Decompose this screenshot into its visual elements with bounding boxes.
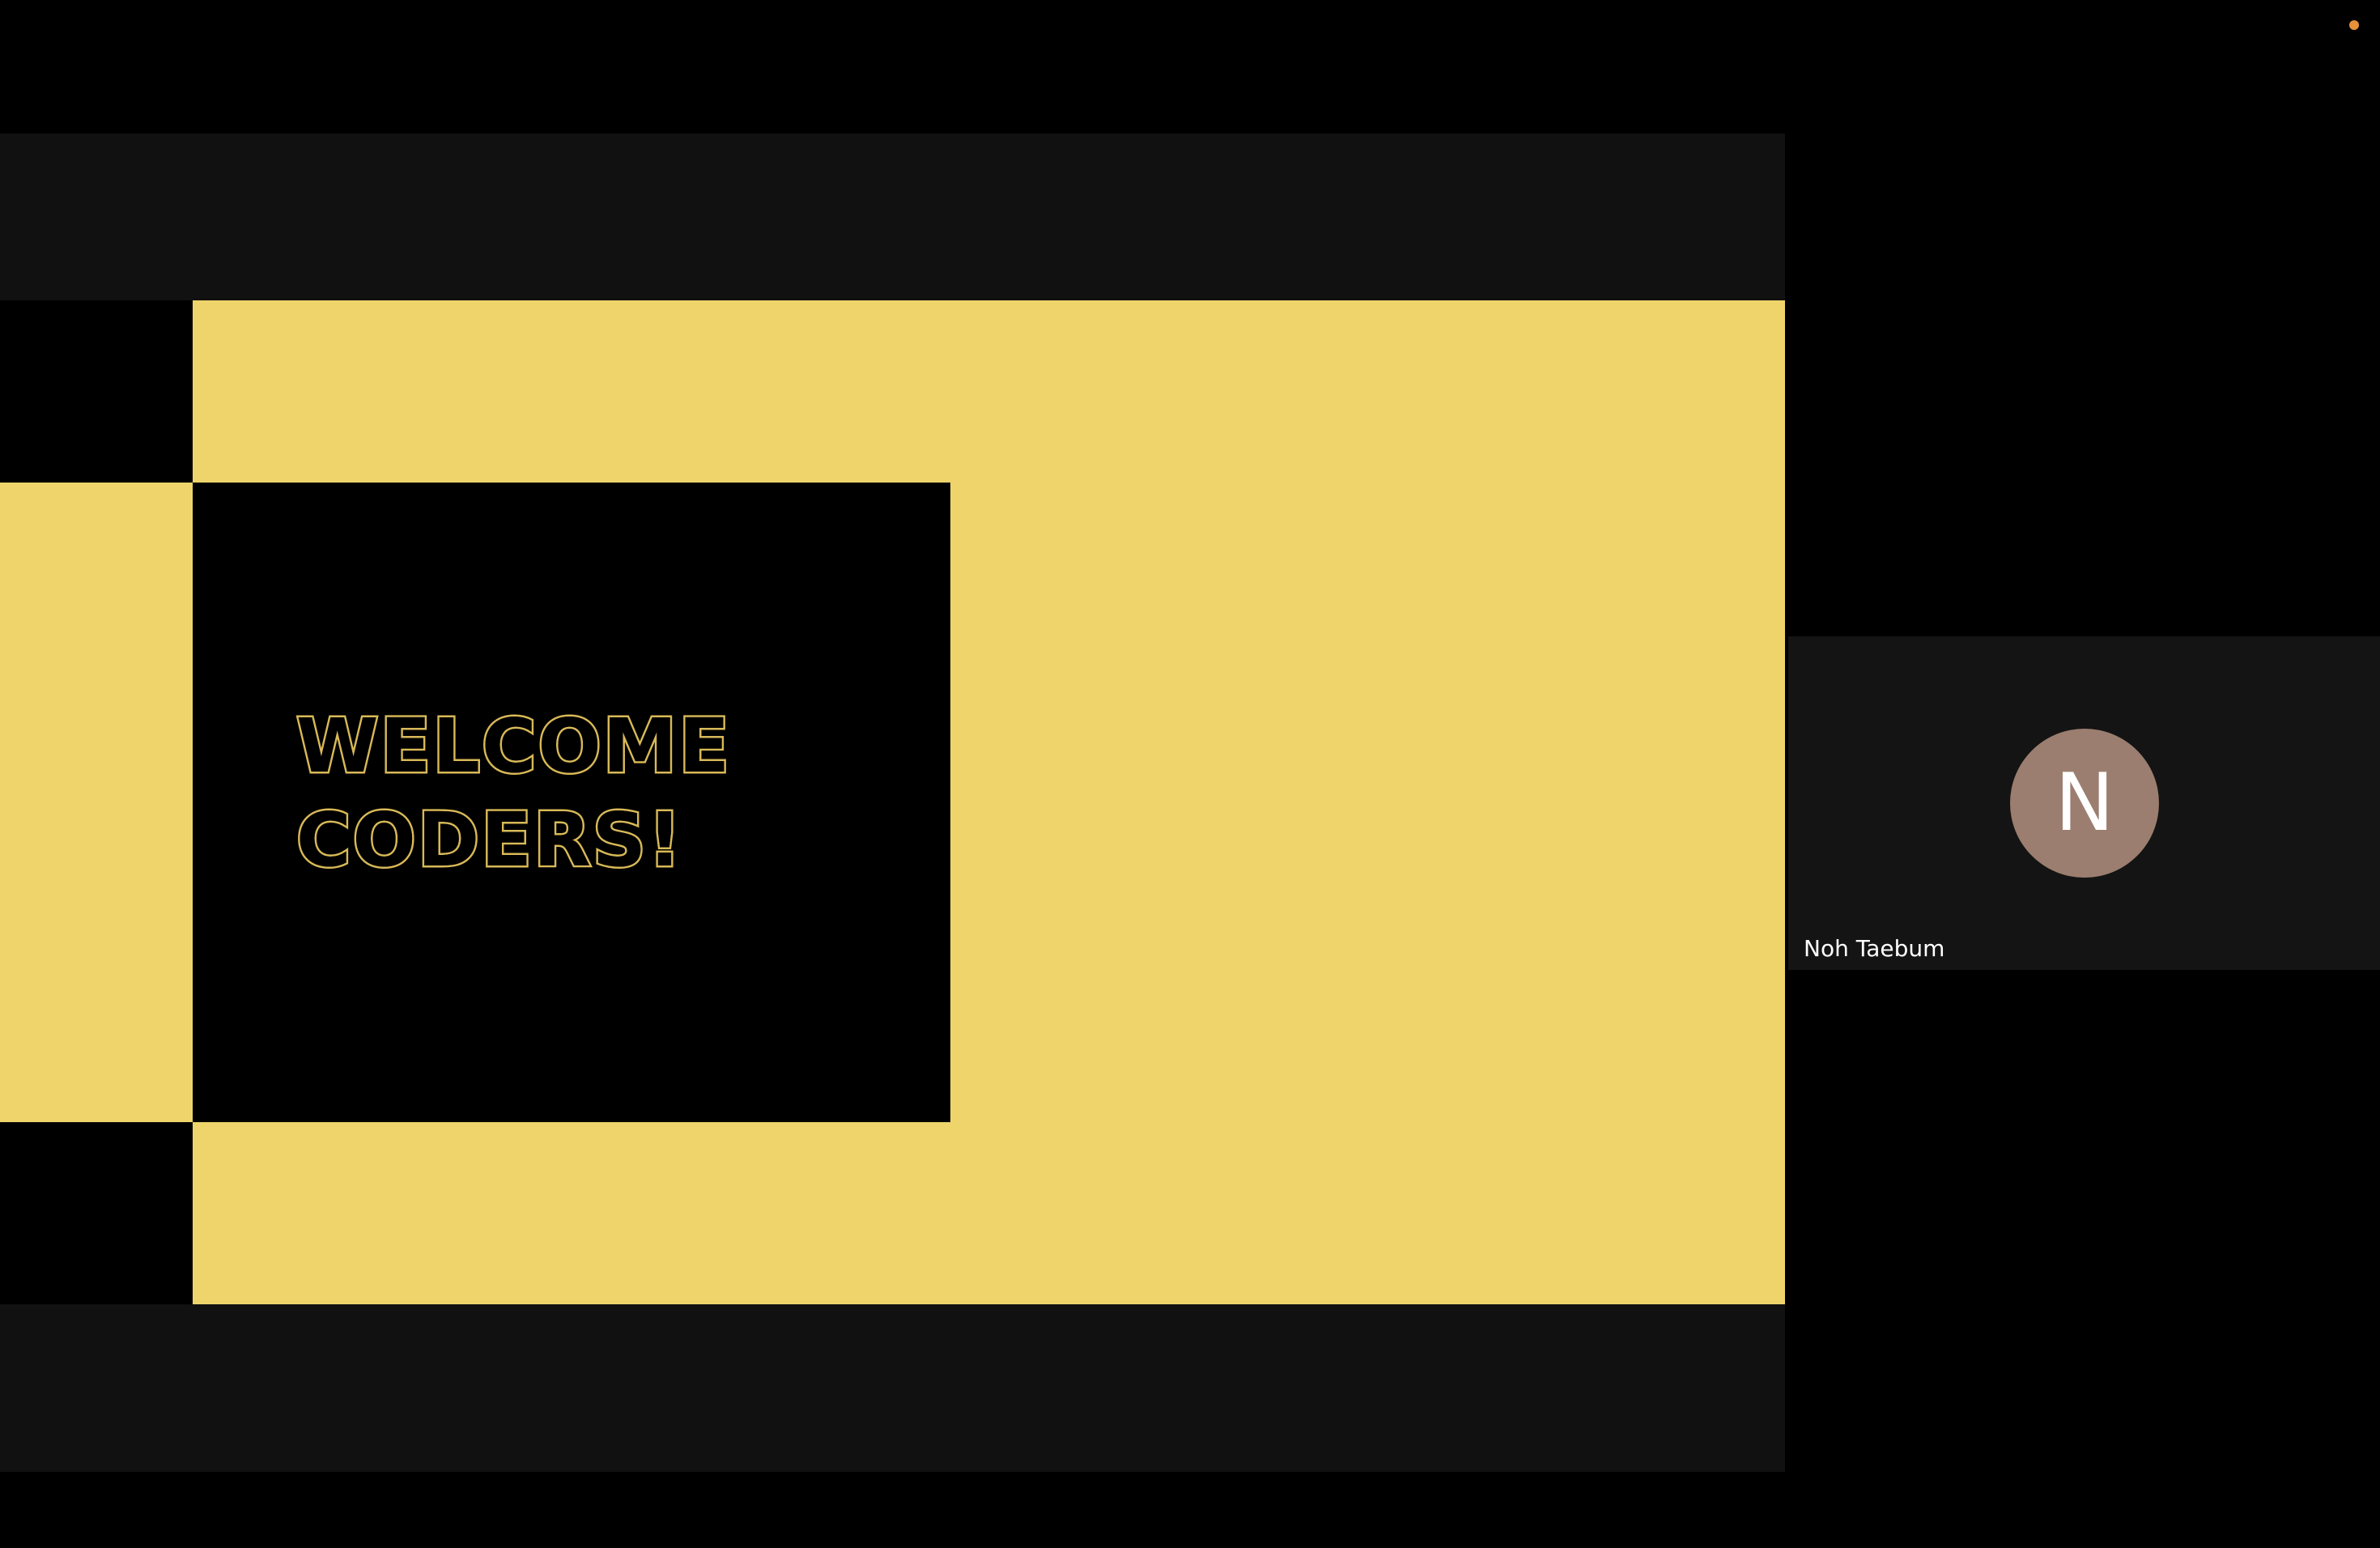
avatar: N	[2010, 729, 2159, 878]
slide-yellow-side-block	[0, 483, 193, 1122]
shared-screen[interactable]: Welcome Coders!	[0, 134, 1785, 1472]
slide-title-line-2: Coders!	[294, 795, 683, 886]
presentation-slide: Welcome Coders!	[0, 300, 1785, 1304]
participant-tile[interactable]: N Noh Taebum	[1788, 636, 2380, 970]
slide-title-box: Welcome Coders!	[193, 483, 950, 1122]
participant-name: Noh Taebum	[1804, 935, 1945, 962]
meeting-window: Welcome Coders! N Noh Taebum	[0, 0, 2380, 1548]
slide-title-line-1: Welcome	[294, 701, 732, 792]
status-dot-icon	[2349, 20, 2359, 30]
slide-title: Welcome Coders!	[294, 700, 732, 887]
